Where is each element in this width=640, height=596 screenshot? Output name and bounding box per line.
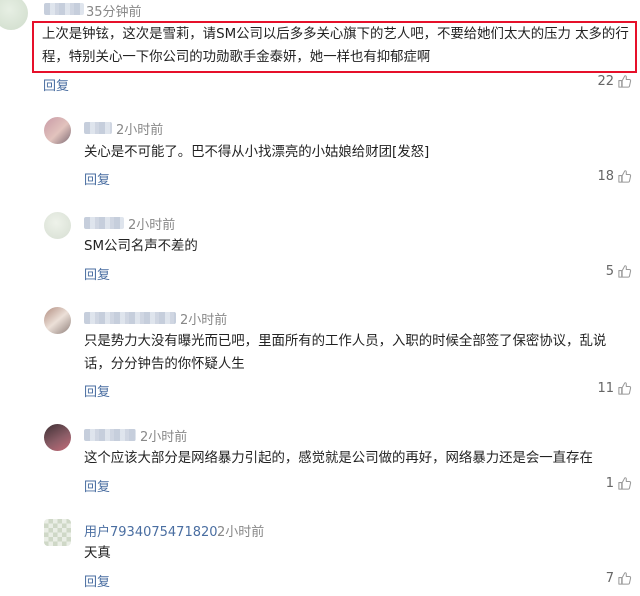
like-count: 5 [605,264,614,279]
reply-button[interactable]: 回复 [84,476,110,495]
like-button[interactable]: 1 [606,476,632,491]
reply-button[interactable]: 回复 [43,75,69,94]
reply-time: 2小时前 [116,123,164,138]
reply-text: 天真 [84,546,111,561]
avatar[interactable] [44,212,71,239]
thumbs-up-icon [618,75,632,88]
reply-button[interactable]: 回复 [84,264,110,283]
comment-time: 35分钟前 [86,5,142,20]
thumbs-up-icon [618,170,632,183]
thumbs-up-icon [618,572,632,585]
like-count: 11 [597,381,614,396]
like-count: 7 [605,571,614,586]
reply-time: 2小时前 [140,430,188,445]
reply-username[interactable]: 用户7934075471820 [84,521,218,540]
avatar[interactable] [44,519,71,546]
username-blurred[interactable] [84,429,136,441]
reply-time: 2小时前 [128,218,176,233]
username-blurred[interactable] [84,312,176,324]
username-blurred[interactable] [84,217,124,229]
avatar[interactable] [0,0,28,30]
like-button[interactable]: 5 [606,264,632,279]
comment-text: 上次是钟铉，这次是雪莉，请SM公司以后多多关心旗下的艺人吧，不要给她们太大的压力… [42,27,629,65]
thumbs-up-icon [618,265,632,278]
reply-time: 2小时前 [217,525,265,540]
reply-button[interactable]: 回复 [84,571,110,590]
avatar[interactable] [44,307,71,334]
reply-text: 只是势力大没有曝光而已吧，里面所有的工作人员，入职的时候全部签了保密协议，乱说话… [84,334,607,372]
avatar[interactable] [44,117,71,144]
like-count: 18 [597,169,614,184]
like-count: 1 [605,476,614,491]
like-button[interactable]: 22 [597,74,632,89]
reply-button[interactable]: 回复 [84,381,110,400]
username-blurred[interactable] [44,3,84,15]
thumbs-up-icon [618,382,632,395]
like-button[interactable]: 11 [597,381,632,396]
like-count: 22 [597,74,614,89]
reply-time: 2小时前 [180,313,228,328]
reply-text: SM公司名声不差的 [84,239,198,254]
avatar[interactable] [44,424,71,451]
like-button[interactable]: 18 [597,169,632,184]
reply-button[interactable]: 回复 [84,169,110,188]
like-button[interactable]: 7 [606,571,632,586]
thumbs-up-icon [618,477,632,490]
username-blurred[interactable] [84,122,112,134]
reply-text: 关心是不可能了。巴不得从小找漂亮的小姑娘给财团[发怒] [84,145,430,160]
reply-text: 这个应该大部分是网络暴力引起的，感觉就是公司做的再好，网络暴力还是会一直存在 [84,451,593,466]
